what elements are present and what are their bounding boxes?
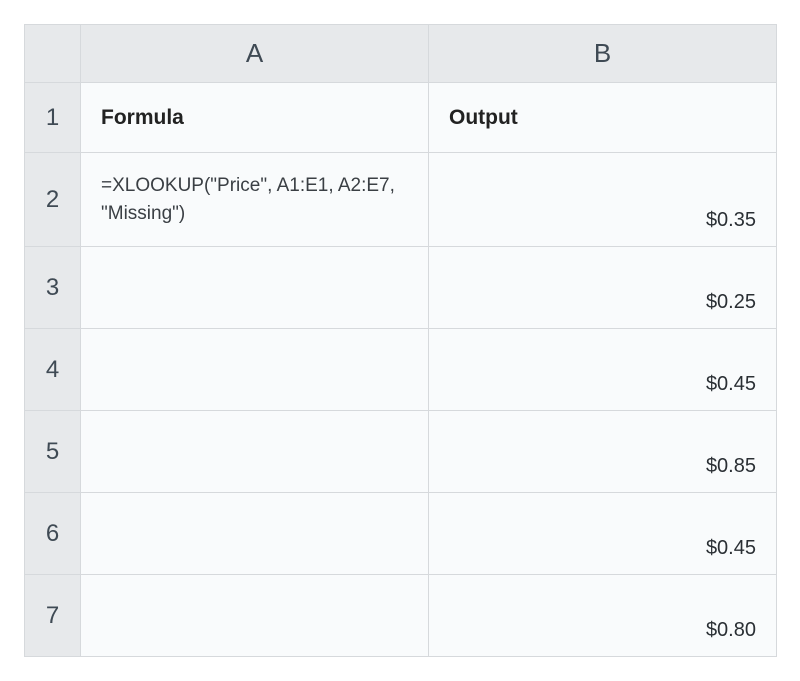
table-row: 2=XLOOKUP("Price", A1:E1, A2:E7, "Missin… [25, 153, 777, 247]
row-header-6[interactable]: 6 [25, 493, 81, 575]
row-header-4[interactable]: 4 [25, 329, 81, 411]
cell-b5[interactable]: $0.85 [429, 411, 777, 493]
cell-b3[interactable]: $0.25 [429, 247, 777, 329]
table-row: 6 $0.45 [25, 493, 777, 575]
cell-b6[interactable]: $0.45 [429, 493, 777, 575]
table-row: 4 $0.45 [25, 329, 777, 411]
table-row: 1FormulaOutput [25, 83, 777, 153]
cell-b1[interactable]: Output [429, 83, 777, 153]
row-header-3[interactable]: 3 [25, 247, 81, 329]
cell-a2[interactable]: =XLOOKUP("Price", A1:E1, A2:E7, "Missing… [81, 153, 429, 247]
cell-a7[interactable] [81, 575, 429, 657]
cell-b2[interactable]: $0.35 [429, 153, 777, 247]
row-header-2[interactable]: 2 [25, 153, 81, 247]
corner-cell [25, 25, 81, 83]
table-row: 7 $0.80 [25, 575, 777, 657]
cell-b7[interactable]: $0.80 [429, 575, 777, 657]
table-row: 3 $0.25 [25, 247, 777, 329]
cell-a1[interactable]: Formula [81, 83, 429, 153]
cell-a6[interactable] [81, 493, 429, 575]
row-header-1[interactable]: 1 [25, 83, 81, 153]
spreadsheet-table: A B 1FormulaOutput2=XLOOKUP("Price", A1:… [24, 24, 777, 657]
table-body: 1FormulaOutput2=XLOOKUP("Price", A1:E1, … [25, 83, 777, 657]
column-header-row: A B [25, 25, 777, 83]
row-header-5[interactable]: 5 [25, 411, 81, 493]
cell-a3[interactable] [81, 247, 429, 329]
cell-b4[interactable]: $0.45 [429, 329, 777, 411]
table-row: 5 $0.85 [25, 411, 777, 493]
col-header-b[interactable]: B [429, 25, 777, 83]
cell-a4[interactable] [81, 329, 429, 411]
col-header-a[interactable]: A [81, 25, 429, 83]
row-header-7[interactable]: 7 [25, 575, 81, 657]
cell-a5[interactable] [81, 411, 429, 493]
